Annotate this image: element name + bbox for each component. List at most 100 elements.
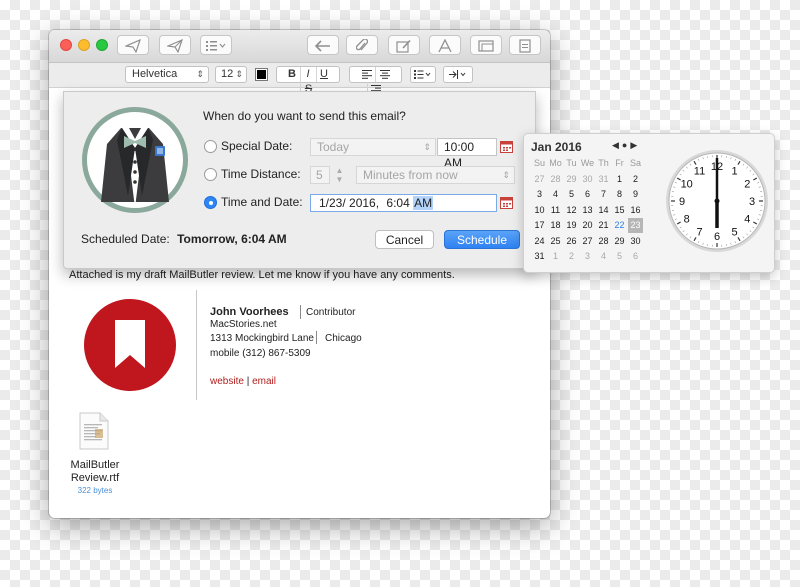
calendar-day[interactable]: 6 bbox=[580, 187, 595, 202]
calendar-day[interactable]: 5 bbox=[612, 249, 627, 264]
analog-clock[interactable]: 121234567891011 bbox=[664, 148, 770, 254]
calendar-icon[interactable] bbox=[500, 196, 513, 209]
calendar-weekday-header: Su bbox=[533, 158, 545, 168]
amount-stepper[interactable]: ▲ ▼ bbox=[334, 166, 345, 184]
calendar-day[interactable]: 28 bbox=[596, 234, 611, 249]
calendar-day[interactable]: 28 bbox=[548, 172, 563, 187]
bulleted-list-icon bbox=[206, 41, 226, 51]
close-window-button[interactable] bbox=[60, 39, 72, 51]
markup-button[interactable] bbox=[388, 35, 420, 55]
time-value: 6:04 bbox=[386, 196, 410, 210]
reply-button[interactable] bbox=[307, 35, 339, 55]
special-date-select[interactable]: Today ⇕ bbox=[310, 138, 436, 156]
attach-button[interactable] bbox=[346, 35, 378, 55]
calendar-day[interactable]: 6 bbox=[628, 249, 643, 264]
calendar-day[interactable]: 7 bbox=[596, 187, 611, 202]
calendar-day[interactable]: 25 bbox=[548, 234, 563, 249]
calendar-day[interactable]: 16 bbox=[628, 203, 643, 218]
browser-button[interactable] bbox=[470, 35, 502, 55]
calendar-day[interactable]: 3 bbox=[532, 187, 547, 202]
calendar-day[interactable]: 22 bbox=[612, 218, 627, 233]
calendar-day[interactable]: 30 bbox=[580, 172, 595, 187]
special-date-radio[interactable] bbox=[204, 140, 217, 153]
email-body-text[interactable]: Attached is my draft MailButler review. … bbox=[69, 269, 455, 281]
time-and-date-radio[interactable] bbox=[204, 196, 217, 209]
calendar-day[interactable]: 21 bbox=[596, 218, 611, 233]
date-picker-popover: Jan 2016 ◀●▶ Su Mo Tu We Th Fr Sa 27 28 29 30 31 1 2 3… bbox=[523, 133, 775, 273]
scheduled-send-button[interactable] bbox=[159, 35, 191, 55]
calendar-day[interactable]: 1 bbox=[548, 249, 563, 264]
align-center-button[interactable] bbox=[375, 67, 393, 82]
calendar-day[interactable]: 19 bbox=[564, 218, 579, 233]
bold-button[interactable]: B bbox=[285, 67, 300, 82]
time-distance-amount[interactable]: 5 bbox=[310, 166, 330, 184]
calendar-day[interactable]: 17 bbox=[532, 218, 547, 233]
attachment-name-line: MailButler bbox=[70, 459, 120, 471]
zoom-window-button[interactable] bbox=[96, 39, 108, 51]
time-distance-unit-select[interactable]: Minutes from now ⇕ bbox=[356, 166, 515, 184]
calendar-weekday-header: Mo bbox=[549, 158, 562, 168]
calendar-day[interactable]: 30 bbox=[628, 234, 643, 249]
ampm-value: AM bbox=[413, 196, 434, 210]
calendar-day[interactable]: 13 bbox=[580, 203, 595, 218]
calendar-day[interactable]: 23 bbox=[628, 218, 643, 233]
calendar-day[interactable]: 3 bbox=[580, 249, 595, 264]
font-size-select[interactable]: 12 ⇕ bbox=[215, 66, 247, 83]
link-separator: | bbox=[246, 376, 250, 387]
calendar-day[interactable]: 11 bbox=[548, 203, 563, 218]
calendar-weekday-header: Th bbox=[598, 158, 609, 168]
calendar-day[interactable]: 20 bbox=[580, 218, 595, 233]
schedule-button[interactable]: Schedule bbox=[444, 230, 520, 249]
calendar-day[interactable]: 29 bbox=[612, 234, 627, 249]
paper-plane-icon bbox=[165, 38, 183, 54]
calendar-day[interactable]: 31 bbox=[596, 172, 611, 187]
minimize-window-button[interactable] bbox=[78, 39, 90, 51]
color-swatch bbox=[257, 70, 266, 79]
rtf-document-icon[interactable] bbox=[79, 412, 109, 450]
calendar-nav: ◀●▶ bbox=[612, 140, 640, 151]
text-color-well[interactable] bbox=[255, 68, 268, 81]
calendar-day[interactable]: 2 bbox=[628, 172, 643, 187]
cancel-button[interactable]: Cancel bbox=[375, 230, 434, 249]
calendar-day[interactable]: 31 bbox=[532, 249, 547, 264]
calendar-day[interactable]: 15 bbox=[612, 203, 627, 218]
calendar-day[interactable]: 9 bbox=[628, 187, 643, 202]
special-time-field[interactable]: 10:00 AM bbox=[437, 138, 497, 170]
calendar-day[interactable]: 8 bbox=[612, 187, 627, 202]
calendar-day[interactable]: 12 bbox=[564, 203, 579, 218]
header-fields-menu[interactable] bbox=[200, 35, 232, 55]
italic-button[interactable]: I bbox=[299, 67, 316, 82]
send-button[interactable] bbox=[117, 35, 149, 55]
chevron-up-down-icon: ⇕ bbox=[196, 69, 204, 79]
calendar-day[interactable]: 4 bbox=[596, 249, 611, 264]
calendar-day[interactable]: 14 bbox=[596, 203, 611, 218]
calendar-day[interactable]: 2 bbox=[564, 249, 579, 264]
font-family-select[interactable]: Helvetica ⇕ bbox=[125, 66, 209, 83]
photo-browser-button[interactable] bbox=[509, 35, 541, 55]
calendar-day[interactable]: 4 bbox=[548, 187, 563, 202]
align-left-button[interactable] bbox=[358, 67, 375, 82]
calendar-day[interactable]: 29 bbox=[564, 172, 579, 187]
calendar-icon[interactable] bbox=[500, 140, 513, 153]
email-link[interactable]: email bbox=[252, 376, 276, 387]
calendar-day[interactable]: 27 bbox=[532, 172, 547, 187]
calendar-day[interactable]: 27 bbox=[580, 234, 595, 249]
next-month-arrow-icon[interactable]: ▶ bbox=[630, 140, 640, 150]
calendar-day[interactable]: 26 bbox=[564, 234, 579, 249]
calendar-day[interactable]: 5 bbox=[564, 187, 579, 202]
attachment-name[interactable]: MailButler Review.rtf bbox=[69, 459, 121, 485]
calendar-day[interactable]: 24 bbox=[532, 234, 547, 249]
time-distance-radio[interactable] bbox=[204, 168, 217, 181]
previous-month-arrow-icon[interactable]: ◀ bbox=[612, 140, 622, 150]
list-style-button[interactable] bbox=[410, 66, 436, 83]
underline-button[interactable]: U bbox=[315, 67, 332, 82]
calendar-day[interactable]: 1 bbox=[612, 172, 627, 187]
website-link[interactable]: website bbox=[210, 376, 244, 387]
calendar-day[interactable]: 10 bbox=[532, 203, 547, 218]
calendar-weekday-header: Tu bbox=[566, 158, 577, 168]
indent-button[interactable] bbox=[443, 66, 473, 83]
fonts-button[interactable] bbox=[429, 35, 461, 55]
date-time-field[interactable]: 1/23/ 2016, 6:04 AM bbox=[310, 194, 497, 212]
attachment-name-line: Review.rtf bbox=[70, 472, 120, 484]
calendar-day[interactable]: 18 bbox=[548, 218, 563, 233]
